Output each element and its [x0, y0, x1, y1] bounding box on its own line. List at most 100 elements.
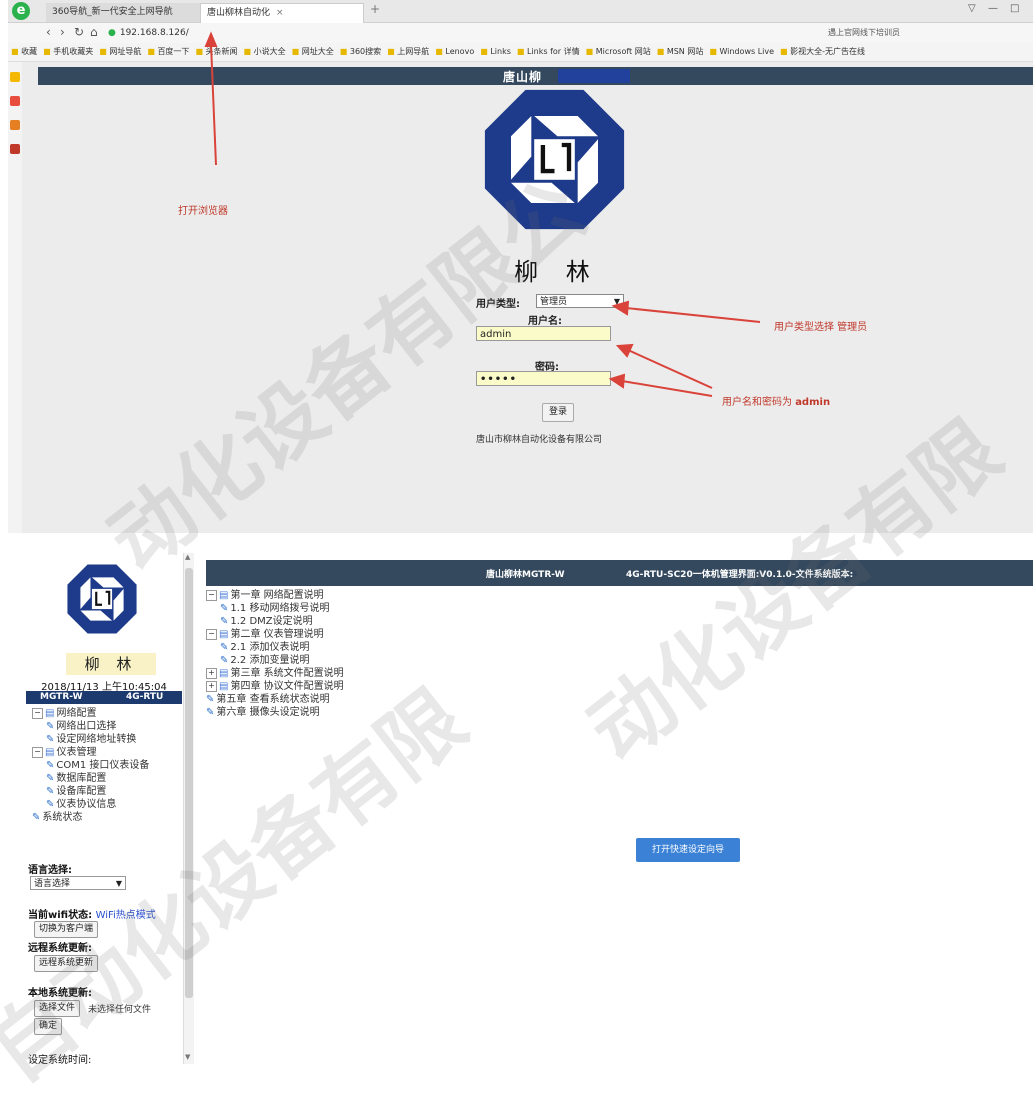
scroll-down-icon[interactable]: ▼	[185, 1053, 190, 1061]
local-update-label: 本地系统更新:	[28, 988, 92, 999]
folder-icon: ▤	[219, 629, 229, 640]
pen-icon: ✎	[46, 773, 55, 784]
remote-update-label: 远程系统更新:	[28, 943, 92, 954]
sidebar-tree-item[interactable]: − ▤ 网络配置	[32, 707, 182, 720]
tree-label: 网络出口选择	[56, 721, 117, 732]
annotation-arrows	[204, 31, 761, 397]
tree-label: 1.2 DMZ设定说明	[230, 616, 313, 627]
sidebar-tree-item[interactable]: ✎ 设备库配置	[32, 785, 182, 798]
pen-icon: ✎	[32, 812, 41, 823]
note-open-browser: 打开浏览器	[178, 206, 228, 217]
doc-tree: − ▤ 第一章 网络配置说明 ✎ 1.1 移动网络拨号说明 ✎ 1.2 DMZ设定说明 − ▤ 第…	[206, 589, 466, 719]
admin-sidebar: 柳 林 2018/11/13 上午10:45:04 MGTR-W 4G-RTU …	[26, 553, 182, 1064]
tree-label: COM1 接口仪表设备	[56, 760, 150, 771]
tree-label: 设备库配置	[56, 786, 107, 797]
tree-label: 第二章 仪表管理说明	[230, 629, 324, 640]
tree-label: 系统状态	[42, 812, 83, 823]
tree-label: 仪表协议信息	[56, 799, 117, 810]
sidebar-tree: − ▤ 网络配置 ✎ 网络出口选择 ✎ 设定网络地址转换 − ▤ 仪表管理 ✎ COM1 接口仪表设备…	[32, 707, 182, 824]
main-header: 唐山柳林MGTR-W 4G-RTU-SC20一体机管理界面:V0.1.0-文件系…	[206, 560, 1033, 586]
model-bar: MGTR-W 4G-RTU	[26, 691, 182, 704]
quick-setup-wizard-button[interactable]: 打开快速设定向导	[636, 838, 740, 862]
brand-name-small: 柳 林	[66, 653, 156, 675]
pen-icon: ✎	[46, 721, 55, 732]
pen-icon: ✎	[220, 616, 229, 627]
sidebar-scrollbar[interactable]: ▲ ▼	[183, 553, 194, 1064]
pen-icon: ✎	[220, 642, 229, 653]
sidebar-tree-item[interactable]: ✎ 仪表协议信息	[32, 798, 182, 811]
sidebar-tree-item[interactable]: ✎ 设定网络地址转换	[32, 733, 182, 746]
wifi-label: 当前wifi状态:	[28, 910, 93, 921]
sidebar-tree-item[interactable]: ✎ 网络出口选择	[32, 720, 182, 733]
tree-label: 第三章 系统文件配置说明	[230, 668, 344, 679]
tree-label: 第四章 协议文件配置说明	[230, 681, 344, 692]
folder-icon: ▤	[45, 747, 55, 758]
note-select-user-type: 用户类型选择 管理员	[774, 322, 868, 333]
tree-label: 第一章 网络配置说明	[230, 590, 324, 601]
pen-icon: ✎	[46, 786, 55, 797]
pen-icon: ✎	[206, 707, 215, 718]
confirm-button[interactable]: 确定	[34, 1018, 63, 1035]
collapse-icon[interactable]: −	[32, 746, 43, 758]
note-credentials-prefix: 用户名和密码为	[722, 397, 796, 408]
lang-value: 语言选择	[34, 879, 71, 889]
tree-label: 设定网络地址转换	[56, 734, 137, 745]
doc-tree-item[interactable]: + ▤ 第四章 协议文件配置说明	[206, 680, 466, 693]
tree-label: 2.1 添加仪表说明	[230, 642, 310, 653]
doc-tree-item[interactable]: ✎ 第五章 查看系统状态说明	[206, 693, 466, 706]
doc-tree-item[interactable]: − ▤ 第二章 仪表管理说明	[206, 628, 466, 641]
doc-tree-item[interactable]: ✎ 2.2 添加变量说明	[206, 654, 466, 667]
tree-label: 2.2 添加变量说明	[230, 655, 310, 666]
folder-icon: ▤	[45, 708, 55, 719]
tree-label: 网络配置	[56, 708, 97, 719]
model-left: MGTR-W	[40, 692, 83, 702]
doc-tree-item[interactable]: ✎ 2.1 添加仪表说明	[206, 641, 466, 654]
liulin-logo-small	[67, 564, 137, 634]
scroll-up-icon[interactable]: ▲	[185, 553, 190, 561]
doc-tree-item[interactable]: − ▤ 第一章 网络配置说明	[206, 589, 466, 602]
folder-icon: ▤	[219, 590, 229, 601]
expand-icon[interactable]: +	[206, 667, 217, 679]
folder-icon: ▤	[219, 681, 229, 692]
sidebar-tree-item[interactable]: − ▤ 仪表管理	[32, 746, 182, 759]
doc-tree-item[interactable]: + ▤ 第三章 系统文件配置说明	[206, 667, 466, 680]
note-credentials-value: admin	[795, 397, 831, 408]
set-time-label: 设定系统时间:	[28, 1055, 92, 1064]
collapse-icon[interactable]: −	[206, 589, 217, 601]
tree-label: 数据库配置	[56, 773, 107, 784]
note-credentials: 用户名和密码为 admin	[722, 393, 830, 408]
admin-screenshot: 柳 林 2018/11/13 上午10:45:04 MGTR-W 4G-RTU …	[26, 553, 1033, 1064]
doc-tree-item[interactable]: ✎ 第六章 摄像头设定说明	[206, 706, 466, 719]
doc-tree-item[interactable]: ✎ 1.1 移动网络拨号说明	[206, 602, 466, 615]
pen-icon: ✎	[206, 694, 215, 705]
sidebar-tree-item[interactable]: ✎ 系统状态	[32, 811, 182, 824]
expand-icon[interactable]: +	[206, 680, 217, 692]
tree-label: 仪表管理	[56, 747, 97, 758]
dropdown-arrow-icon: ▼	[115, 879, 122, 888]
tree-label: 第六章 摄像头设定说明	[216, 707, 320, 718]
tree-label: 1.1 移动网络拨号说明	[230, 603, 330, 614]
remote-update-button[interactable]: 远程系统更新	[34, 955, 99, 972]
wifi-value: WiFi热点模式	[95, 910, 156, 921]
folder-icon: ▤	[219, 668, 229, 679]
model-right: 4G-RTU	[126, 692, 164, 702]
collapse-icon[interactable]: −	[32, 707, 43, 719]
header-right: 4G-RTU-SC20一体机管理界面:V0.1.0-文件系统版本:	[626, 570, 854, 580]
switch-client-button[interactable]: 切换为客户端	[34, 921, 99, 938]
no-file-text: 未选择任何文件	[88, 1005, 152, 1015]
header-left: 唐山柳林MGTR-W	[486, 570, 565, 580]
wifi-status: 当前wifi状态: WiFi热点模式	[28, 906, 156, 921]
pen-icon: ✎	[220, 603, 229, 614]
choose-file-button[interactable]: 选择文件	[34, 1000, 81, 1017]
lang-label: 语言选择:	[28, 865, 72, 876]
pen-icon: ✎	[46, 799, 55, 810]
tree-label: 第五章 查看系统状态说明	[216, 694, 330, 705]
sidebar-tree-item[interactable]: ✎ COM1 接口仪表设备	[32, 759, 182, 772]
collapse-icon[interactable]: −	[206, 628, 217, 640]
pen-icon: ✎	[46, 760, 55, 771]
scrollbar-thumb[interactable]	[185, 568, 193, 998]
pen-icon: ✎	[46, 734, 55, 745]
sidebar-tree-item[interactable]: ✎ 数据库配置	[32, 772, 182, 785]
doc-tree-item[interactable]: ✎ 1.2 DMZ设定说明	[206, 615, 466, 628]
lang-select[interactable]: 语言选择 ▼	[30, 876, 126, 890]
